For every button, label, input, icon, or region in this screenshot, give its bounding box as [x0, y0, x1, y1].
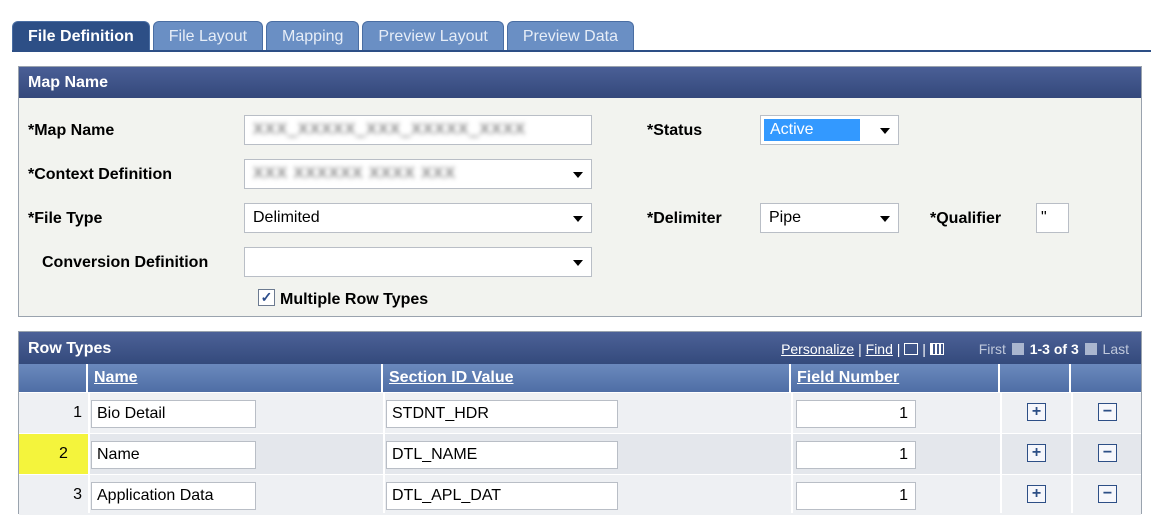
delimiter-label: *Delimiter — [647, 210, 722, 227]
status-select[interactable]: Active — [760, 115, 899, 145]
table-row: 2 Name DTL_NAME 1 + − — [19, 433, 1141, 474]
add-row-button[interactable]: + — [1027, 403, 1046, 421]
tab-bar: File Definition File Layout Mapping Prev… — [12, 21, 634, 50]
section-id-input[interactable]: STDNT_HDR — [386, 400, 618, 428]
row-highlight — [19, 434, 59, 474]
row-number: 2 — [59, 434, 89, 474]
find-link[interactable]: Find — [866, 341, 893, 357]
qualifier-value: " — [1041, 209, 1047, 226]
tab-file-definition[interactable]: File Definition — [12, 21, 150, 50]
context-definition-select[interactable]: XXX XXXXXX XXXX XXX — [244, 159, 592, 189]
column-divider — [791, 392, 793, 513]
add-row-button[interactable]: + — [1027, 444, 1046, 462]
delete-row-button[interactable]: − — [1098, 403, 1117, 421]
column-header-field-number[interactable]: Field Number — [791, 364, 1000, 392]
map-name-panel: Map Name *Map Name XXX_XXXXX_XXX_XXXXX_X… — [18, 66, 1142, 317]
row-types-header: Row Types Personalize | Find | | First 1… — [19, 332, 1141, 364]
column-divider — [88, 392, 90, 513]
separator: | — [922, 341, 926, 357]
context-definition-label: *Context Definition — [28, 166, 172, 183]
file-type-select[interactable]: Delimited — [244, 203, 592, 233]
row-number: 3 — [73, 486, 82, 503]
field-number-input[interactable]: 1 — [796, 400, 916, 428]
separator: | — [896, 341, 901, 357]
row-name-input[interactable]: Application Data — [91, 482, 256, 510]
delete-row-button[interactable]: − — [1098, 485, 1117, 503]
field-number-input[interactable]: 1 — [796, 482, 916, 510]
map-name-panel-title: Map Name — [19, 67, 1141, 98]
view-all-icon[interactable] — [904, 343, 919, 355]
chevron-down-icon — [573, 260, 583, 266]
file-type-label: *File Type — [28, 210, 103, 227]
separator: | — [858, 341, 862, 357]
table-row: 1 Bio Detail STDNT_HDR 1 + − — [19, 392, 1141, 433]
personalize-link[interactable]: Personalize — [781, 341, 854, 357]
map-name-label: *Map Name — [28, 122, 115, 139]
column-divider — [1071, 392, 1073, 513]
delete-column-header — [1071, 364, 1143, 392]
delimiter-value: Pipe — [769, 209, 802, 226]
column-divider — [383, 392, 385, 513]
table-row: 3 Application Data DTL_APL_DAT 1 + − — [19, 474, 1141, 515]
multiple-row-types-label: Multiple Row Types — [280, 291, 429, 308]
multiple-row-types-checkbox[interactable]: ✓ — [258, 289, 275, 306]
map-name-input[interactable]: XXX_XXXXX_XXX_XXXXX_XXXX — [244, 115, 592, 145]
row-name-input[interactable]: Bio Detail — [91, 400, 256, 428]
chevron-down-icon — [880, 216, 890, 222]
column-header-name[interactable]: Name — [88, 364, 383, 392]
next-icon[interactable] — [1084, 343, 1097, 355]
row-name-input[interactable]: Name — [91, 441, 256, 469]
delimiter-select[interactable]: Pipe — [760, 203, 899, 233]
grid-navigation: Personalize | Find | | First 1-3 of 3 La… — [781, 332, 1129, 366]
page-range: 1-3 of 3 — [1029, 341, 1079, 357]
section-id-input[interactable]: DTL_NAME — [386, 441, 618, 469]
tab-underline — [12, 50, 1151, 52]
conversion-definition-select[interactable] — [244, 247, 592, 277]
context-definition-value: XXX XXXXXX XXXX XXX — [253, 165, 457, 182]
row-types-grid: Row Types Personalize | Find | | First 1… — [18, 331, 1142, 515]
download-grid-icon[interactable] — [929, 343, 944, 355]
qualifier-input[interactable]: " — [1036, 203, 1069, 233]
row-number: 1 — [73, 404, 82, 421]
chevron-down-icon — [880, 128, 890, 134]
row-types-title: Row Types — [28, 340, 112, 357]
column-divider — [1000, 392, 1002, 513]
status-value: Active — [764, 119, 860, 141]
add-column-header — [1000, 364, 1071, 392]
chevron-down-icon — [573, 172, 583, 178]
first-link[interactable]: First — [979, 341, 1006, 357]
section-id-input[interactable]: DTL_APL_DAT — [386, 482, 618, 510]
row-number-header — [19, 364, 88, 392]
column-header-section-id[interactable]: Section ID Value — [383, 364, 791, 392]
chevron-down-icon — [573, 216, 583, 222]
qualifier-label: *Qualifier — [930, 210, 1002, 227]
field-number-input[interactable]: 1 — [796, 441, 916, 469]
tab-preview-layout[interactable]: Preview Layout — [362, 21, 504, 50]
column-headers: Name Section ID Value Field Number — [19, 364, 1141, 392]
last-link[interactable]: Last — [1103, 341, 1129, 357]
tab-mapping[interactable]: Mapping — [266, 21, 360, 50]
add-row-button[interactable]: + — [1027, 485, 1046, 503]
map-name-value: XXX_XXXXX_XXX_XXXXX_XXXX — [253, 121, 527, 138]
conversion-definition-label: Conversion Definition — [42, 254, 209, 271]
delete-row-button[interactable]: − — [1098, 444, 1117, 462]
previous-icon[interactable] — [1011, 343, 1024, 355]
status-label: *Status — [647, 122, 703, 139]
file-type-value: Delimited — [253, 209, 320, 226]
tab-preview-data[interactable]: Preview Data — [506, 21, 634, 50]
tab-file-layout[interactable]: File Layout — [152, 21, 264, 50]
